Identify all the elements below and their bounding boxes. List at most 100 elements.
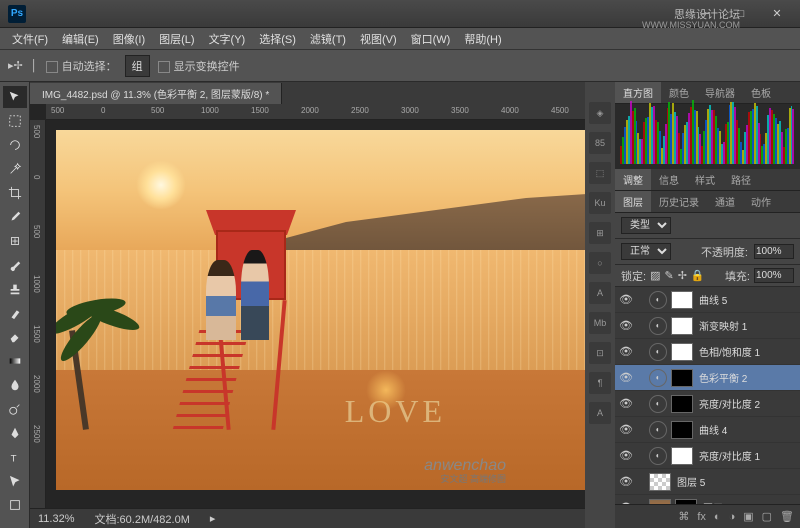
history-brush-tool[interactable] <box>3 302 27 324</box>
mask-thumbnail[interactable] <box>671 447 693 465</box>
marquee-tool[interactable] <box>3 110 27 132</box>
visibility-icon[interactable]: 👁 <box>619 475 633 489</box>
layer-row[interactable]: 👁◐色相/饱和度 1 <box>615 339 800 365</box>
visibility-icon[interactable]: 👁 <box>619 449 633 463</box>
layer-mask-icon[interactable]: ◐ <box>714 511 721 523</box>
app-logo: Ps <box>8 5 26 23</box>
auto-select-checkbox[interactable]: 自动选择： <box>46 58 117 74</box>
canvas[interactable]: LOVE anwenchao 安文超 高端修图 <box>46 120 585 508</box>
visibility-icon[interactable]: 👁 <box>619 397 633 411</box>
tab-info[interactable]: 信息 <box>651 169 687 190</box>
blur-tool[interactable] <box>3 374 27 396</box>
layer-row[interactable]: 👁◐曲线 4 <box>615 417 800 443</box>
mask-thumbnail[interactable] <box>671 291 693 309</box>
tab-layers[interactable]: 图层 <box>615 191 651 212</box>
move-tool[interactable] <box>3 86 27 108</box>
group-icon[interactable]: ▣ <box>743 510 753 523</box>
dodge-tool[interactable] <box>3 398 27 420</box>
gradient-tool[interactable] <box>3 350 27 372</box>
eraser-tool[interactable] <box>3 326 27 348</box>
pen-tool[interactable] <box>3 422 27 444</box>
lock-all-icon[interactable]: 🔒 <box>691 269 705 282</box>
tab-styles[interactable]: 样式 <box>687 169 723 190</box>
mask-thumbnail[interactable] <box>671 369 693 387</box>
menu-select[interactable]: 选择(S) <box>253 29 302 49</box>
menu-file[interactable]: 文件(F) <box>6 29 54 49</box>
dock-icon[interactable]: Mb <box>589 312 611 334</box>
dock-icon[interactable]: ⊞ <box>589 222 611 244</box>
tab-histogram[interactable]: 直方图 <box>615 82 661 103</box>
link-layers-icon[interactable]: ⌘ <box>678 510 689 523</box>
eyedropper-tool[interactable] <box>3 206 27 228</box>
menu-image[interactable]: 图像(I) <box>107 29 151 49</box>
close-button[interactable]: ✕ <box>762 4 792 24</box>
lasso-tool[interactable] <box>3 134 27 156</box>
layer-row[interactable]: 👁◐曲线 5 <box>615 287 800 313</box>
fill-input[interactable] <box>754 268 794 283</box>
fill-label: 填充: <box>725 268 750 284</box>
dock-icon[interactable]: Ku <box>589 192 611 214</box>
menu-edit[interactable]: 编辑(E) <box>56 29 105 49</box>
layer-row[interactable]: 👁◐渐变映射 1 <box>615 313 800 339</box>
mask-thumbnail[interactable] <box>671 421 693 439</box>
magic-wand-tool[interactable] <box>3 158 27 180</box>
visibility-icon[interactable]: 👁 <box>619 293 633 307</box>
layer-thumbnail[interactable] <box>649 473 671 491</box>
lock-transparency-icon[interactable]: ▨ <box>650 269 660 282</box>
layer-row[interactable]: 👁◐亮度/对比度 2 <box>615 391 800 417</box>
tab-actions[interactable]: 动作 <box>743 191 779 212</box>
tab-navigator[interactable]: 导航器 <box>697 82 743 103</box>
dock-icon[interactable]: ⊡ <box>589 342 611 364</box>
menu-help[interactable]: 帮助(H) <box>458 29 507 49</box>
dock-icon[interactable]: A <box>589 402 611 424</box>
visibility-icon[interactable]: 👁 <box>619 319 633 333</box>
dock-icon[interactable]: A <box>589 282 611 304</box>
mask-thumbnail[interactable] <box>671 343 693 361</box>
zoom-level[interactable]: 11.32% <box>38 513 75 525</box>
visibility-icon[interactable]: 👁 <box>619 345 633 359</box>
tab-adjustments[interactable]: 调整 <box>615 169 651 190</box>
mask-thumbnail[interactable] <box>671 317 693 335</box>
status-arrow-icon[interactable]: ▸ <box>210 512 216 525</box>
dock-icon[interactable]: 85 <box>589 132 611 154</box>
delete-layer-icon[interactable]: 🗑 <box>780 510 794 523</box>
shape-tool[interactable] <box>3 494 27 516</box>
menu-view[interactable]: 视图(V) <box>354 29 403 49</box>
lock-position-icon[interactable]: ✢ <box>678 269 687 282</box>
dock-icon[interactable]: ◈ <box>589 102 611 124</box>
new-layer-icon[interactable]: ▢ <box>762 510 772 523</box>
menu-layer[interactable]: 图层(L) <box>153 29 200 49</box>
tab-swatches[interactable]: 色板 <box>743 82 779 103</box>
dock-icon[interactable]: ⬚ <box>589 162 611 184</box>
auto-select-dropdown[interactable]: 组 <box>125 55 150 77</box>
lock-paint-icon[interactable]: ✎ <box>664 269 673 282</box>
tab-history[interactable]: 历史记录 <box>651 191 707 212</box>
menu-type[interactable]: 文字(Y) <box>203 29 252 49</box>
layer-row[interactable]: 👁◐亮度/对比度 1 <box>615 443 800 469</box>
menu-filter[interactable]: 滤镜(T) <box>304 29 352 49</box>
healing-tool[interactable] <box>3 230 27 252</box>
dock-icon[interactable]: ○ <box>589 252 611 274</box>
mask-thumbnail[interactable] <box>671 395 693 413</box>
menu-window[interactable]: 窗口(W) <box>405 29 457 49</box>
layer-style-icon[interactable]: fx <box>697 511 706 523</box>
path-tool[interactable] <box>3 470 27 492</box>
layer-filter-dropdown[interactable]: 类型 <box>621 217 671 234</box>
opacity-input[interactable] <box>754 244 794 259</box>
layer-row[interactable]: 👁◐色彩平衡 2 <box>615 365 800 391</box>
type-tool[interactable]: T <box>3 446 27 468</box>
layer-row[interactable]: 👁图层 5 <box>615 469 800 495</box>
dock-icon[interactable]: ¶ <box>589 372 611 394</box>
stamp-tool[interactable] <box>3 278 27 300</box>
brush-tool[interactable] <box>3 254 27 276</box>
tab-channels[interactable]: 通道 <box>707 191 743 212</box>
adjustment-layer-icon[interactable]: ◑ <box>729 511 736 523</box>
document-tab[interactable]: IMG_4482.psd @ 11.3% (色彩平衡 2, 图层蒙版/8) * <box>30 83 282 104</box>
visibility-icon[interactable]: 👁 <box>619 371 633 385</box>
layer-row[interactable]: 👁图层 4 <box>615 495 800 504</box>
blend-mode-dropdown[interactable]: 正常 <box>621 243 671 260</box>
crop-tool[interactable] <box>3 182 27 204</box>
tab-paths[interactable]: 路径 <box>723 169 759 190</box>
show-transform-checkbox[interactable]: 显示变换控件 <box>158 58 240 74</box>
visibility-icon[interactable]: 👁 <box>619 423 633 437</box>
